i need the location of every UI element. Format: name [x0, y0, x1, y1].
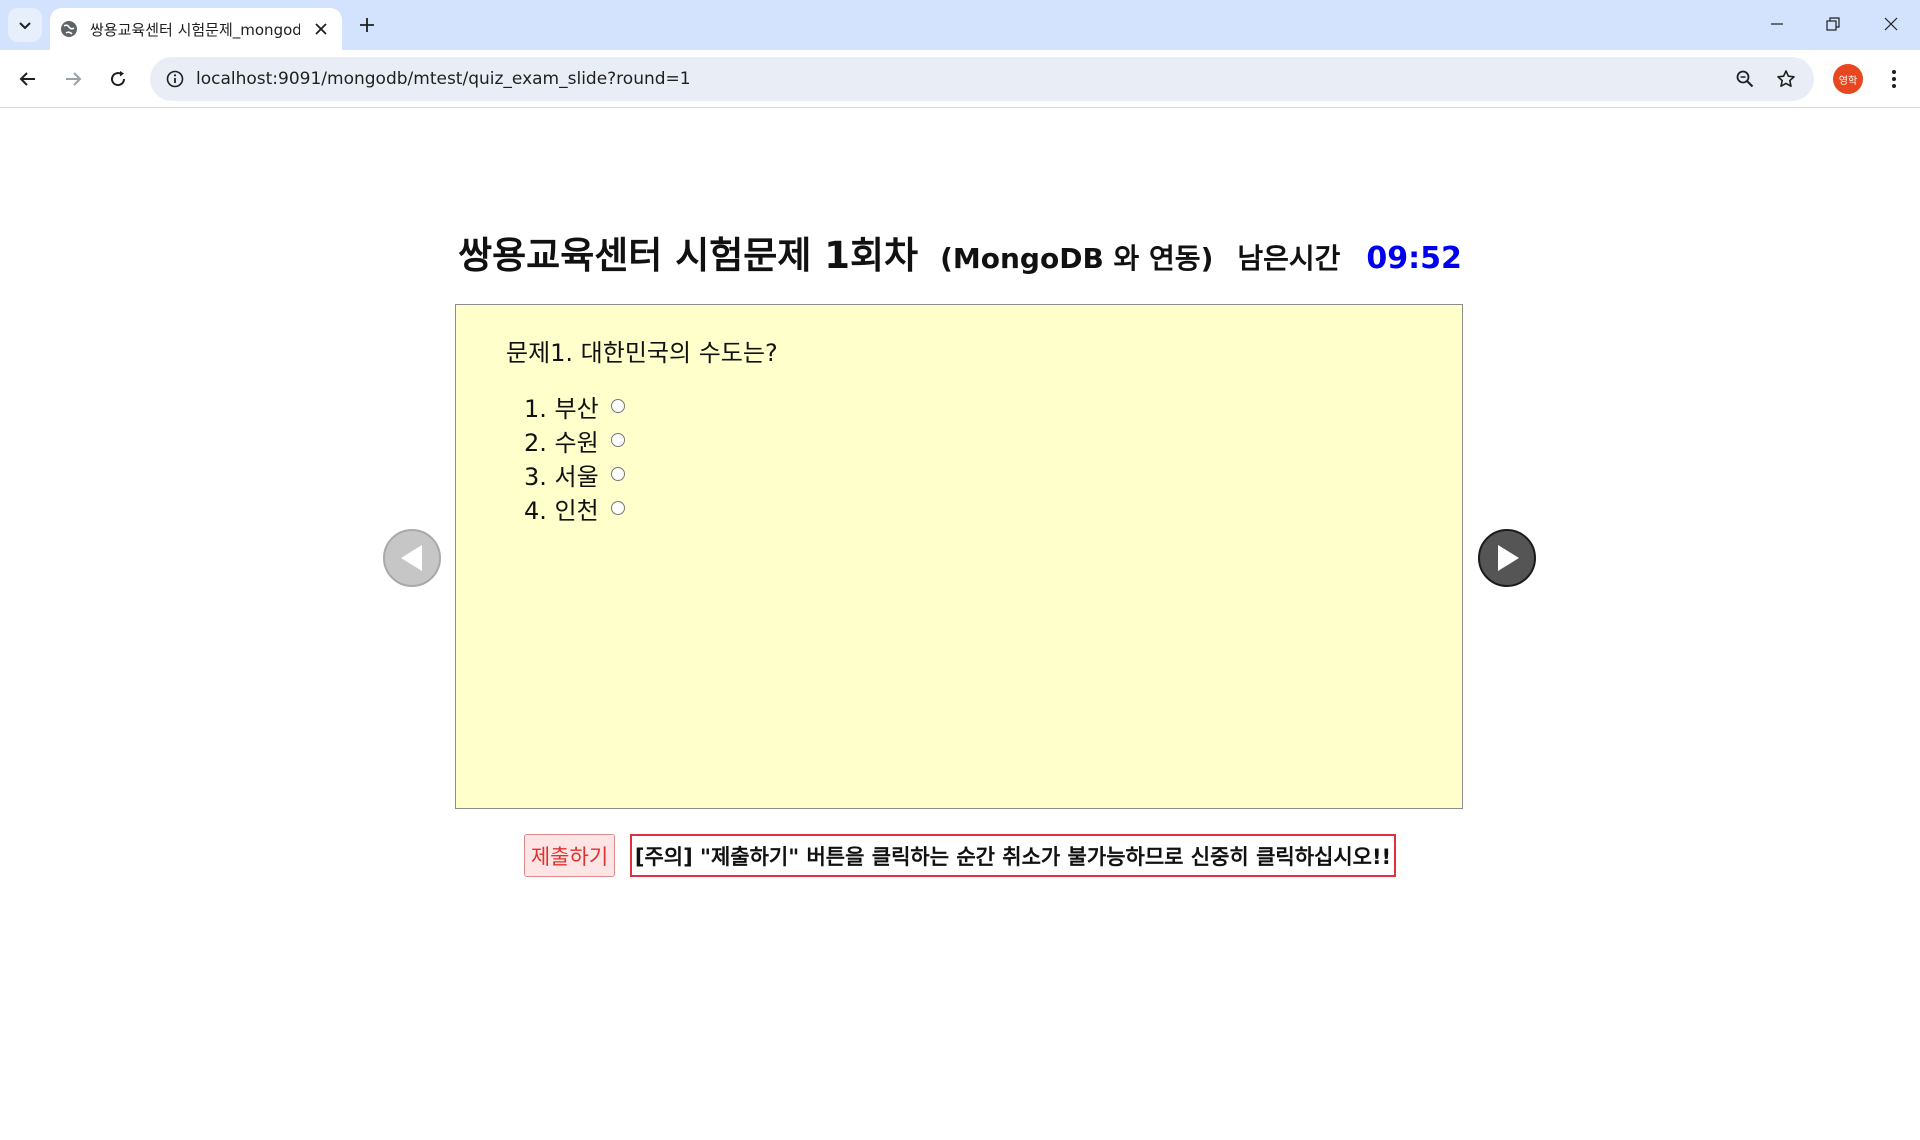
browser-toolbar: localhost:9091/mongodb/mtest/quiz_exam_s… — [0, 50, 1920, 108]
back-button[interactable] — [10, 61, 46, 97]
reload-button[interactable] — [100, 61, 136, 97]
new-tab-button[interactable] — [352, 10, 382, 40]
answer-option-4[interactable]: 4. 인천 — [524, 491, 625, 525]
site-info-icon[interactable] — [158, 62, 192, 96]
zoom-icon[interactable] — [1728, 62, 1762, 96]
answer-option-label: 1. 부산 — [524, 394, 599, 423]
quiz-slide: 문제1. 대한민국의 수도는? 1. 부산 2. 수원 3. 서울 4. 인천 — [455, 304, 1463, 809]
triangle-left-icon — [401, 545, 422, 571]
reload-icon — [111, 71, 126, 87]
answer-radio-4[interactable] — [610, 501, 625, 515]
answer-options: 1. 부산 2. 수원 3. 서울 4. 인천 — [524, 389, 625, 525]
tab-close-icon[interactable] — [310, 18, 332, 40]
more-vertical-icon — [1892, 70, 1896, 88]
bookmark-star-icon[interactable] — [1769, 62, 1803, 96]
browser-menu-button[interactable] — [1876, 61, 1912, 97]
countdown-timer: 09:52 — [1366, 241, 1462, 276]
plus-icon — [360, 18, 374, 32]
page-subtitle: (MongoDB 와 연동) — [940, 242, 1214, 275]
submit-button[interactable]: 제출하기 — [524, 834, 615, 877]
browser-tab-bar: 쌍용교육센터 시험문제_mongodb — [0, 0, 1920, 50]
url-text[interactable]: localhost:9091/mongodb/mtest/quiz_exam_s… — [196, 57, 691, 101]
minimize-icon — [1771, 23, 1783, 25]
restore-button[interactable] — [1811, 4, 1855, 44]
arrow-right-icon — [66, 72, 82, 86]
close-window-button[interactable] — [1869, 4, 1913, 44]
time-remaining-label: 남은시간 — [1237, 242, 1341, 275]
answer-option-label: 2. 수원 — [524, 428, 599, 457]
submit-warning-notice: [주의] "제출하기" 버튼을 클릭하는 순간 취소가 불가능하므로 신중히 클… — [630, 834, 1396, 877]
answer-option-label: 4. 인천 — [524, 496, 599, 525]
triangle-right-icon — [1498, 545, 1519, 571]
previous-question-button[interactable] — [383, 529, 441, 587]
answer-option-2[interactable]: 2. 수원 — [524, 423, 625, 457]
chevron-down-icon — [19, 22, 31, 30]
tab-title: 쌍용교육센터 시험문제_mongodb — [90, 20, 300, 39]
profile-avatar[interactable]: 영학 — [1833, 64, 1863, 94]
answer-radio-1[interactable] — [610, 399, 625, 413]
answer-radio-3[interactable] — [610, 467, 625, 481]
globe-icon — [61, 21, 77, 37]
address-bar[interactable]: localhost:9091/mongodb/mtest/quiz_exam_s… — [150, 57, 1814, 101]
answer-radio-2[interactable] — [610, 433, 625, 447]
page-title: 쌍용교육센터 시험문제 1회차 — [458, 234, 919, 277]
tab-search-button[interactable] — [8, 8, 42, 42]
arrow-left-icon — [19, 72, 35, 86]
next-question-button[interactable] — [1478, 529, 1536, 587]
exam-heading: 쌍용교육센터 시험문제 1회차 (MongoDB 와 연동) 남은시간 09:5… — [458, 225, 1462, 295]
question-text: 문제1. 대한민국의 수도는? — [506, 339, 778, 367]
answer-option-label: 3. 서울 — [524, 462, 599, 491]
answer-option-3[interactable]: 3. 서울 — [524, 457, 625, 491]
minimize-button[interactable] — [1755, 4, 1799, 44]
restore-icon — [1826, 17, 1840, 31]
close-icon — [1884, 17, 1898, 31]
answer-option-1[interactable]: 1. 부산 — [524, 389, 625, 423]
browser-tab-active[interactable]: 쌍용교육센터 시험문제_mongodb — [50, 8, 342, 50]
forward-button[interactable] — [55, 61, 91, 97]
